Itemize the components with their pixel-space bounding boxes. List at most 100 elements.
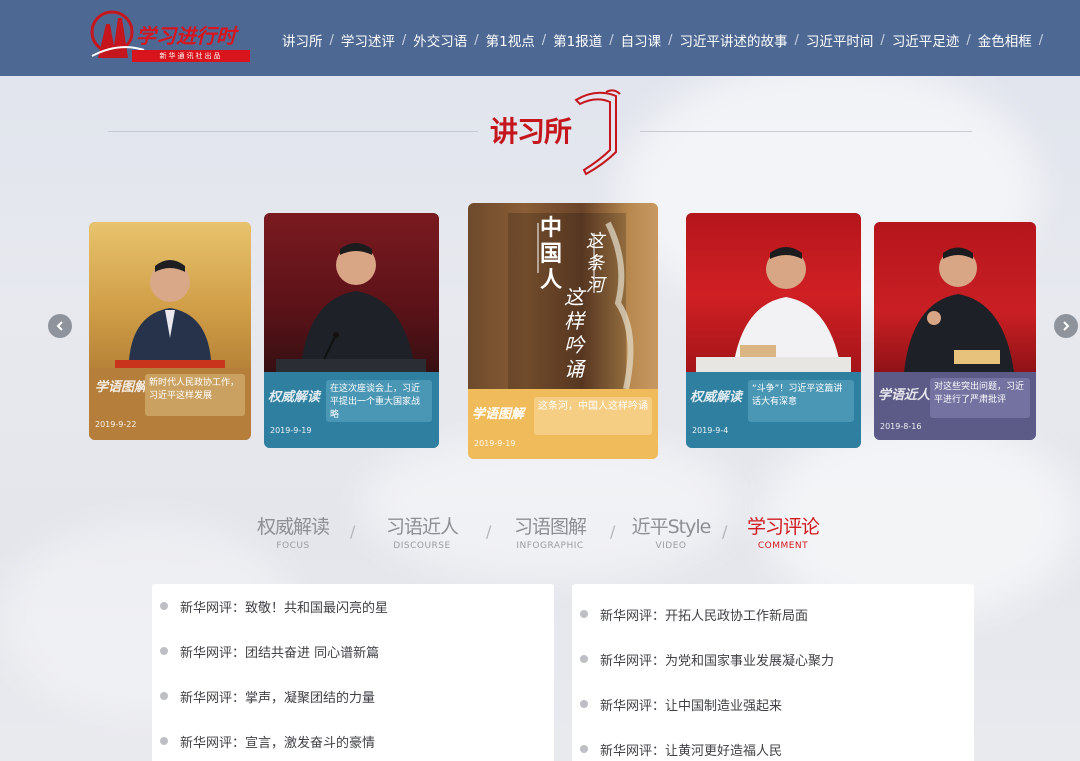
- card-date: 2019-9-4: [692, 426, 729, 435]
- logo-text: 学习进行时: [136, 24, 236, 48]
- nav-item-jinse-xiangkuang[interactable]: 金色相框: [978, 30, 1032, 50]
- nav-separator: /: [474, 32, 479, 48]
- carousel-prev-button[interactable]: [48, 314, 72, 338]
- poster-text: 中国人: [540, 215, 563, 293]
- nav-item-jiangxisuo[interactable]: 讲习所: [282, 30, 323, 50]
- tab-focus[interactable]: 权威解读 FOCUS: [250, 512, 336, 551]
- nav-item-di1-shidian[interactable]: 第1视点: [486, 30, 535, 50]
- card-caption: 对这些突出问题，习近平进行了严肃批评: [930, 378, 1030, 418]
- carousel-card[interactable]: 权威解读 2019-9-19 在这次座谈会上，习近平提出一个重大国家战略: [264, 213, 439, 448]
- card-caption: 新时代人民政协工作，习近平这样发展: [145, 374, 245, 416]
- tab-label: 习语近人: [385, 516, 459, 538]
- card-photo: 中国人 这条河 这样吟诵: [468, 203, 658, 389]
- nav-separator: /: [880, 32, 885, 48]
- list-item[interactable]: 新华网评：掌声，凝聚团结的力量: [152, 686, 375, 706]
- card-tag: 权威解读: [268, 390, 321, 405]
- speaker-photo-icon: [115, 260, 225, 372]
- carousel-card[interactable]: 学语图解 2019-9-22 新时代人民政协工作，习近平这样发展: [89, 222, 251, 440]
- card-photo: [89, 222, 251, 372]
- nav-item-gushi[interactable]: 习近平讲述的故事: [680, 30, 788, 50]
- tab-separator: /: [486, 522, 492, 541]
- card-info: 学语近人 2019-8-16 对这些突出问题，习近平进行了严肃批评: [874, 372, 1036, 440]
- nav-separator: /: [609, 32, 614, 48]
- tab-label: 习语图解: [513, 516, 587, 538]
- card-date: 2019-9-19: [270, 426, 312, 435]
- tab-separator: /: [350, 522, 356, 541]
- list-item[interactable]: 新华网评：开拓人民政协工作新局面: [572, 604, 808, 624]
- tab-infographic[interactable]: 习语图解 INFOGRAPHIC: [502, 512, 598, 551]
- card-photo: [686, 213, 861, 375]
- tab-separator: /: [610, 522, 616, 541]
- card-photo: [874, 222, 1036, 372]
- nav-separator: /: [541, 32, 547, 48]
- list-item[interactable]: 新华网评：让中国制造业强起来: [572, 694, 782, 714]
- logo-subtitle: 新华通讯社出品: [132, 50, 250, 62]
- list-item[interactable]: 新华网评：让黄河更好造福人民: [572, 739, 782, 759]
- card-info: 权威解读 2019-9-19 在这次座谈会上，习近平提出一个重大国家战略: [264, 372, 439, 448]
- tab-discourse[interactable]: 习语近人 DISCOURSE: [372, 512, 472, 551]
- list-item[interactable]: 新华网评：为党和国家事业发展凝心聚力: [572, 649, 834, 669]
- bullet-icon: [160, 737, 168, 745]
- nav-separator: /: [401, 32, 407, 48]
- comment-list-right: 新华网评：开拓人民政协工作新局面 新华网评：为党和国家事业发展凝心聚力 新华网评…: [572, 584, 974, 761]
- card-caption: 在这次座谈会上，习近平提出一个重大国家战略: [326, 380, 432, 422]
- bullet-icon: [580, 655, 588, 663]
- title-divider-left: [108, 131, 478, 132]
- tab-sublabel: FOCUS: [276, 541, 310, 551]
- carousel-card[interactable]: 权威解读 2019-9-4 “斗争”！习近平这篇讲话大有深意: [686, 213, 861, 448]
- tab-sublabel: VIDEO: [655, 541, 687, 551]
- card-date: 2019-8-16: [880, 422, 922, 431]
- card-tag: 学语近人: [878, 388, 931, 403]
- tab-sublabel: INFOGRAPHIC: [516, 541, 584, 551]
- card-info: 学语图解 2019-9-19 这条河，中国人这样吟诵: [468, 389, 658, 459]
- tab-video[interactable]: 近平Style VIDEO: [626, 512, 716, 551]
- nav-item-zuji[interactable]: 习近平足迹: [892, 30, 960, 50]
- nav-item-di1-baodao[interactable]: 第1报道: [553, 30, 602, 50]
- card-tag: 学语图解: [472, 407, 525, 422]
- poster-text: 这条河: [586, 231, 604, 296]
- tab-sublabel: DISCOURSE: [393, 541, 451, 551]
- speaker-photo-icon: [276, 243, 426, 375]
- list-item[interactable]: 新华网评：宣言，激发奋斗的豪情: [152, 731, 375, 751]
- speaker-photo-icon: [696, 247, 851, 375]
- main-nav: 讲习所 / 学习述评 / 外交习语 / 第1视点 / 第1报道 / 自习课 / 习近平讲述的…: [282, 30, 1050, 51]
- nav-separator: /: [668, 32, 673, 48]
- speaker-photo-icon: [904, 247, 1014, 372]
- bullet-icon: [160, 602, 168, 610]
- nav-item-waijiao-xiyu[interactable]: 外交习语: [413, 30, 467, 50]
- chevron-left-icon: [56, 321, 63, 331]
- carousel-card-active[interactable]: 中国人 这条河 这样吟诵 学语图解 2019-9-19 这条河，中国人这样吟诵: [468, 203, 658, 459]
- card-tag: 学语图解: [95, 380, 148, 395]
- comment-list-left: 新华网评：致敬！共和国最闪亮的星 新华网评：团结共奋进 同心谱新篇 新华网评：掌…: [152, 584, 554, 761]
- card-tag: 权威解读: [690, 390, 743, 405]
- nav-separator: /: [966, 32, 971, 48]
- tab-label: 权威解读: [256, 516, 330, 538]
- site-header: 学习进行时 新华通讯社出品 讲习所 / 学习述评 / 外交习语 / 第1视点 / 第1报…: [0, 0, 1080, 76]
- carousel-next-button[interactable]: [1054, 314, 1078, 338]
- category-tabs: 权威解读 FOCUS / 习语近人 DISCOURSE / 习语图解 INFOG…: [250, 512, 840, 556]
- bullet-icon: [160, 647, 168, 655]
- bullet-icon: [580, 745, 588, 753]
- card-photo: [264, 213, 439, 375]
- scroll-decoration-icon: [574, 89, 621, 176]
- nav-separator: /: [329, 32, 334, 48]
- card-info: 学语图解 2019-9-22 新时代人民政协工作，习近平这样发展: [89, 368, 251, 440]
- list-item[interactable]: 新华网评：团结共奋进 同心谱新篇: [152, 641, 379, 661]
- site-logo[interactable]: 学习进行时 新华通讯社出品: [88, 6, 258, 66]
- card-date: 2019-9-22: [95, 420, 137, 429]
- bullet-icon: [580, 610, 588, 618]
- nav-item-zixike[interactable]: 自习课: [621, 30, 662, 50]
- nav-item-shijian[interactable]: 习近平时间: [806, 30, 874, 50]
- tab-label: 学习评论: [746, 516, 820, 538]
- nav-item-xuexi-shuping[interactable]: 学习述评: [341, 30, 395, 50]
- section-title: 讲习所: [490, 115, 572, 148]
- title-divider-right: [640, 131, 972, 132]
- list-item[interactable]: 新华网评：致敬！共和国最闪亮的星: [152, 596, 388, 616]
- card-caption: 这条河，中国人这样吟诵: [534, 397, 652, 435]
- tab-comment[interactable]: 学习评论 COMMENT: [738, 512, 828, 551]
- nav-separator: /: [1038, 32, 1044, 48]
- tab-separator: /: [722, 522, 728, 541]
- nav-separator: /: [794, 32, 799, 48]
- poster-text: 这样吟诵: [564, 285, 584, 381]
- carousel-card[interactable]: 学语近人 2019-8-16 对这些突出问题，习近平进行了严肃批评: [874, 222, 1036, 440]
